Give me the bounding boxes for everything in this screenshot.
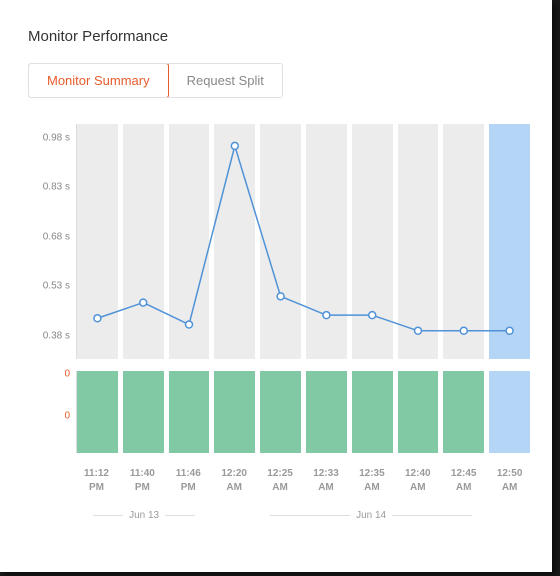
chart-column[interactable]: [352, 124, 393, 359]
chart-column[interactable]: [443, 124, 484, 359]
x-tick: 11:46PM: [168, 467, 209, 494]
chart-column[interactable]: [398, 124, 439, 359]
bar-column[interactable]: [398, 371, 439, 453]
bar-plot-area[interactable]: [76, 371, 530, 453]
panel-title: Monitor Performance: [28, 28, 534, 45]
chart-column[interactable]: [214, 124, 255, 359]
bar-fill: [123, 371, 164, 453]
x-tick: 12:20AM: [214, 467, 255, 494]
x-tick: 12:45AM: [443, 467, 484, 494]
x-tick: 12:25AM: [260, 467, 301, 494]
y-tick: 0.53 s: [43, 281, 70, 292]
bar-column[interactable]: [123, 371, 164, 453]
bar-fill: [77, 371, 118, 453]
bar-column[interactable]: [306, 371, 347, 453]
line-y-axis: 0.98 s 0.83 s 0.68 s 0.53 s 0.38 s: [30, 124, 76, 359]
x-tick: 12:50AM: [489, 467, 530, 494]
day-divider: [270, 515, 350, 516]
day-label: Jun 13: [129, 510, 159, 521]
bar-fill: [443, 371, 484, 453]
y-tick: 0.38 s: [43, 330, 70, 341]
line-chart: 0.98 s 0.83 s 0.68 s 0.53 s 0.38 s: [30, 124, 530, 359]
y-tick: 0.68 s: [43, 231, 70, 242]
y-tick: 0.83 s: [43, 182, 70, 193]
chart-column[interactable]: [77, 124, 118, 359]
bar-chart: 0 0: [30, 371, 530, 453]
tab-request-split[interactable]: Request Split: [168, 64, 282, 97]
x-tick: 12:40AM: [397, 467, 438, 494]
day-divider: [165, 515, 195, 516]
bar-fill: [214, 371, 255, 453]
line-plot-area[interactable]: [76, 124, 530, 359]
bar-fill: [306, 371, 347, 453]
performance-panel: Monitor Performance Monitor Summary Requ…: [0, 0, 552, 572]
chart-column[interactable]: [306, 124, 347, 359]
bar-column[interactable]: [489, 371, 530, 453]
day-divider: [392, 515, 472, 516]
chart-column[interactable]: [489, 124, 530, 359]
bar-column[interactable]: [169, 371, 210, 453]
x-axis: 11:12PM11:40PM11:46PM12:20AM12:25AM12:33…: [76, 467, 530, 494]
chart-column[interactable]: [123, 124, 164, 359]
bar-column[interactable]: [352, 371, 393, 453]
bar-fill: [169, 371, 210, 453]
tab-group: Monitor Summary Request Split: [28, 63, 283, 98]
bar-fill: [352, 371, 393, 453]
bar-fill: [260, 371, 301, 453]
bar-column[interactable]: [443, 371, 484, 453]
bar-y-axis: 0 0: [30, 371, 76, 453]
y-tick: 0: [64, 369, 70, 380]
y-tick: 0: [64, 411, 70, 422]
chart-column[interactable]: [169, 124, 210, 359]
chart-column[interactable]: [260, 124, 301, 359]
bar-column[interactable]: [260, 371, 301, 453]
bar-fill: [398, 371, 439, 453]
x-tick: 12:35AM: [351, 467, 392, 494]
day-divider: [93, 515, 123, 516]
day-label: Jun 14: [356, 510, 386, 521]
bar-column[interactable]: [77, 371, 118, 453]
x-tick: 11:12PM: [76, 467, 117, 494]
day-markers: Jun 13 Jun 14: [76, 510, 530, 521]
x-tick: 11:40PM: [122, 467, 163, 494]
x-tick: 12:33AM: [306, 467, 347, 494]
y-tick: 0.98 s: [43, 133, 70, 144]
tab-monitor-summary[interactable]: Monitor Summary: [28, 63, 169, 98]
chart-area: 0.98 s 0.83 s 0.68 s 0.53 s 0.38 s 0 0 1…: [30, 124, 530, 521]
bar-column[interactable]: [214, 371, 255, 453]
